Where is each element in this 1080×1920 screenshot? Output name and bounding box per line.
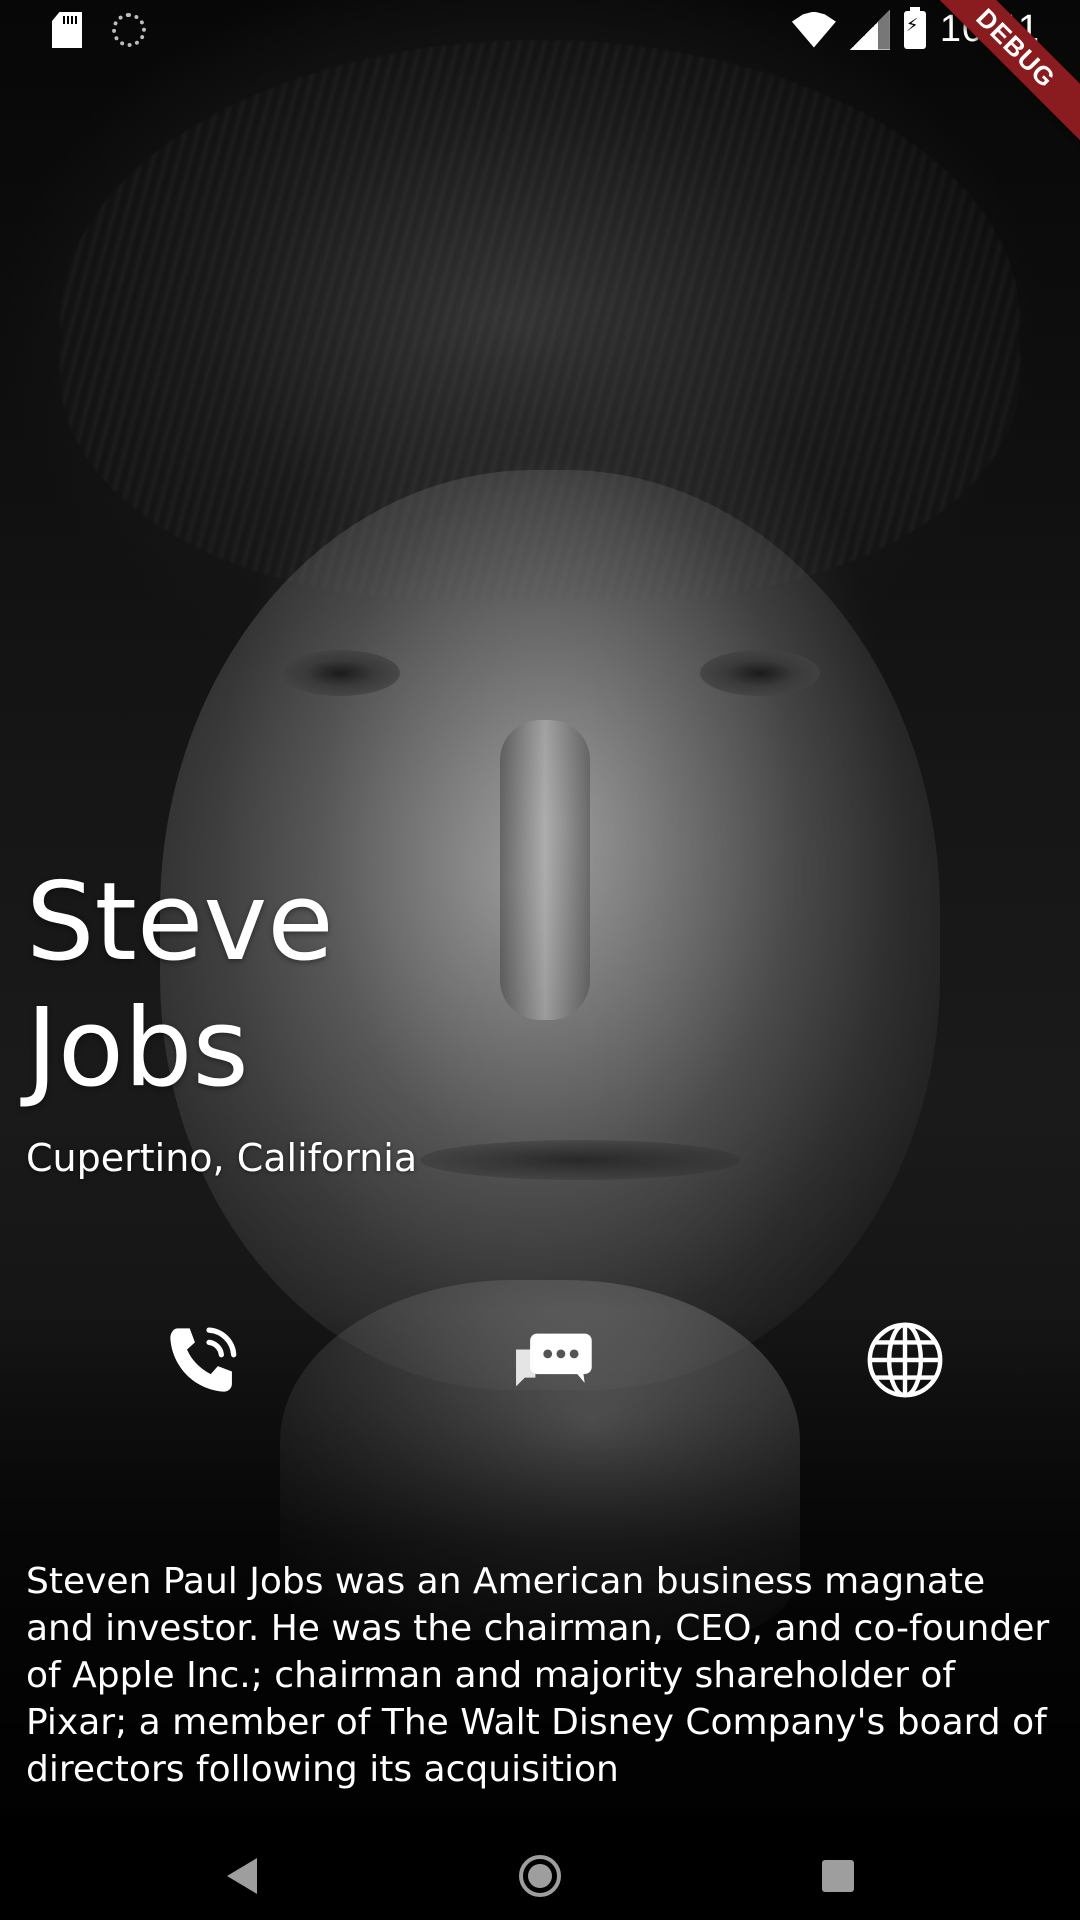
portrait-right-eye [700, 650, 820, 696]
website-button[interactable] [855, 1310, 955, 1410]
call-button[interactable] [152, 1310, 252, 1410]
globe-icon [867, 1322, 943, 1398]
nav-recents-button[interactable] [808, 1846, 868, 1906]
portrait-mouth [420, 1140, 740, 1180]
status-bar-left [52, 12, 146, 48]
status-bar: 10:41 DEBUG [0, 0, 1080, 147]
profile-screen: 10:41 DEBUG Steve Jobs Cupertino, Califo… [0, 0, 1080, 1920]
profile-last-name: Jobs [26, 986, 249, 1111]
navigation-bar [0, 1818, 1080, 1920]
home-circle-icon [519, 1855, 561, 1897]
profile-name: Steve Jobs [26, 860, 334, 1112]
portrait-nose [500, 720, 590, 1020]
nav-back-button[interactable] [212, 1846, 272, 1906]
back-triangle-icon [227, 1858, 257, 1894]
profile-bio: Steven Paul Jobs was an American busines… [26, 1561, 1050, 1790]
battery-charging-icon [903, 6, 926, 49]
sync-icon [112, 13, 146, 47]
phone-icon [170, 1327, 237, 1392]
profile-first-name: Steve [26, 860, 334, 985]
sd-card-icon [52, 12, 82, 48]
chat-bubbles-icon [516, 1333, 592, 1387]
action-row [0, 1310, 1080, 1410]
portrait-left-eye [280, 650, 400, 696]
wifi-icon [791, 11, 836, 48]
message-button[interactable] [503, 1310, 603, 1410]
nav-home-button[interactable] [510, 1846, 570, 1906]
profile-location: Cupertino, California [26, 1136, 418, 1180]
signal-icon [849, 9, 890, 50]
recents-square-icon [822, 1860, 854, 1892]
